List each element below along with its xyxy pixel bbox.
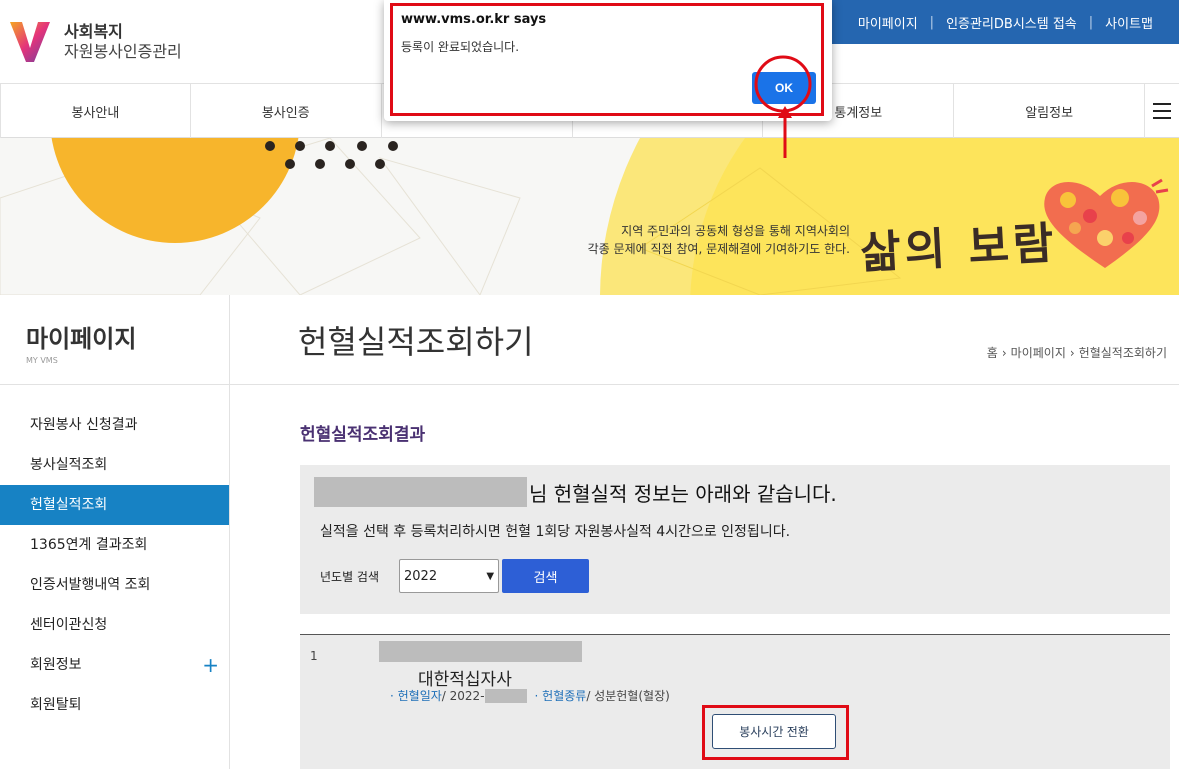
- main-content: 헌혈실적조회하기 홈 › 마이페이지 › 헌혈실적조회하기 헌혈실적조회결과 님 헌혈실…: [230, 295, 1179, 769]
- result-meta: · 헌혈일자 / 2022- · 헌혈종류 / 성분헌혈(혈장): [390, 687, 670, 704]
- side-nav: 마이페이지 MY VMS 자원봉사 신청결과 봉사실적조회 헌혈실적조회 136…: [0, 295, 230, 769]
- highlight-convert-button: [702, 705, 849, 760]
- logo-text-line1: 사회복지: [64, 22, 123, 41]
- breadcrumb-mypage[interactable]: 마이페이지: [1011, 346, 1066, 360]
- side-item-label: 회원정보: [30, 657, 82, 673]
- side-item-volunteer-application[interactable]: 자원봉사 신청결과: [0, 405, 229, 445]
- side-nav-subtitle: MY VMS: [26, 356, 58, 365]
- chevron-right-icon: ›: [1069, 346, 1075, 360]
- side-item-center-transfer[interactable]: 센터이관신청: [0, 605, 229, 645]
- info-heading: 님 헌혈실적 정보는 아래와 같습니다.: [529, 481, 837, 506]
- logo-text-line2: 자원봉사인증관리: [64, 42, 182, 61]
- side-item-1365-result[interactable]: 1365연계 결과조회: [0, 525, 229, 565]
- side-item-blood-donation-record[interactable]: 헌혈실적조회: [0, 485, 229, 525]
- side-item-withdraw[interactable]: 회원탈퇴: [0, 685, 229, 725]
- year-select-value: 2022: [404, 568, 438, 584]
- donation-date-value: / 2022-: [441, 688, 485, 703]
- util-link-sitemap[interactable]: 사이트맵: [1093, 13, 1165, 32]
- page-header: 헌혈실적조회하기 홈 › 마이페이지 › 헌혈실적조회하기: [230, 295, 1179, 385]
- util-link-db-system[interactable]: 인증관리DB시스템 접속: [934, 13, 1089, 32]
- donation-type-value: / 성분헌혈(혈장): [586, 689, 670, 703]
- breadcrumb-current: 헌혈실적조회하기: [1078, 346, 1167, 360]
- redacted-date: [484, 688, 527, 703]
- result-number: 1: [310, 649, 318, 663]
- banner-slogan: 삶의 보람: [859, 217, 1059, 280]
- donation-date-key: · 헌혈일자: [390, 689, 442, 703]
- breadcrumb: 홈 › 마이페이지 › 헌혈실적조회하기: [987, 344, 1167, 361]
- donation-type-key: · 헌혈종류: [534, 689, 587, 703]
- hero-banner: 지역 주민과의 공동체 형성을 통해 지역사회의 각종 문제에 직접 참여, 문…: [0, 138, 1179, 295]
- gnb-item-service-guide[interactable]: 봉사안내: [0, 84, 191, 138]
- side-item-volunteer-record[interactable]: 봉사실적조회: [0, 445, 229, 485]
- side-item-member-info[interactable]: 회원정보 +: [0, 645, 229, 685]
- banner-text-line1: 지역 주민과의 공동체 형성을 통해 지역사회의: [621, 224, 850, 238]
- side-item-certificate-history[interactable]: 인증서발행내역 조회: [0, 565, 229, 605]
- year-search-row: 년도별 검색 2022 ▼ 검색: [320, 559, 590, 593]
- side-menu-list: 자원봉사 신청결과 봉사실적조회 헌혈실적조회 1365연계 결과조회 인증서발…: [0, 405, 229, 725]
- logo-v-icon: [8, 18, 52, 66]
- plus-icon[interactable]: +: [202, 645, 219, 685]
- utility-nav: 마이페이지 | 인증관리DB시스템 접속 | 사이트맵: [800, 0, 1179, 44]
- redacted-username: [314, 477, 527, 507]
- banner-description: 지역 주민과의 공동체 형성을 통해 지역사회의 각종 문제에 직접 참여, 문…: [555, 222, 850, 258]
- banner-text-line2: 각종 문제에 직접 참여, 문제해결에 기여하기도 한다.: [587, 242, 850, 256]
- donation-info-box: 님 헌혈실적 정보는 아래와 같습니다. 실적을 선택 후 등록처리하시면 헌혈…: [300, 465, 1170, 614]
- gnb-item-certification[interactable]: 봉사인증: [191, 84, 382, 138]
- search-button[interactable]: 검색: [502, 559, 590, 593]
- year-select[interactable]: 2022 ▼: [399, 559, 500, 593]
- side-nav-title: 마이페이지: [26, 325, 137, 353]
- hamburger-icon[interactable]: [1145, 84, 1179, 137]
- util-link-mypage[interactable]: 마이페이지: [846, 13, 930, 32]
- site-logo[interactable]: 사회복지 자원봉사인증관리: [8, 18, 182, 66]
- chevron-down-icon: ▼: [486, 570, 495, 582]
- year-search-label: 년도별 검색: [320, 569, 380, 584]
- breadcrumb-home[interactable]: 홈: [987, 346, 998, 360]
- chevron-right-icon: ›: [1001, 346, 1007, 360]
- side-nav-header: 마이페이지 MY VMS: [0, 295, 229, 385]
- page-title: 헌혈실적조회하기: [298, 323, 534, 361]
- redacted-record: [379, 641, 582, 662]
- info-note: 실적을 선택 후 등록처리하시면 헌혈 1회당 자원봉사실적 4시간으로 인정됩…: [320, 524, 791, 540]
- section-title: 헌혈실적조회결과: [300, 425, 426, 445]
- highlight-dialog: [390, 3, 824, 116]
- gnb-item-notice[interactable]: 알림정보: [954, 84, 1146, 138]
